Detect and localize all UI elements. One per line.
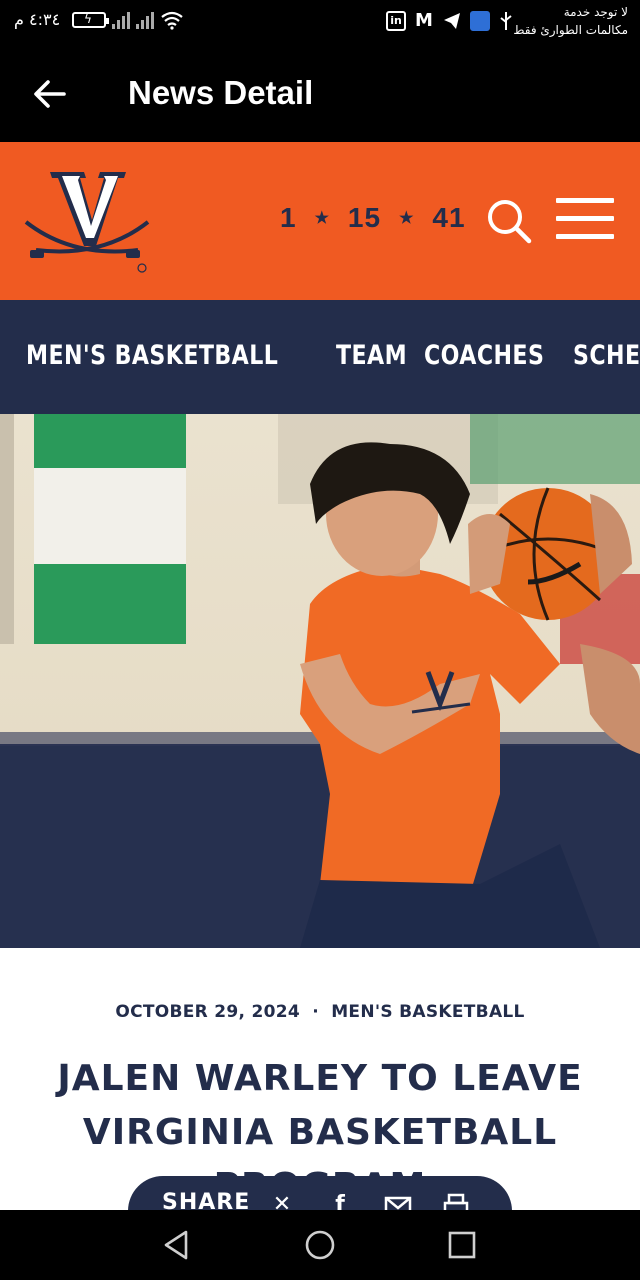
- status-icons-right: in M: [386, 10, 514, 32]
- title-count-1: 1: [280, 202, 297, 233]
- nav-item-coaches[interactable]: COACHES: [424, 340, 544, 371]
- system-nav-bar: [0, 1210, 640, 1280]
- back-triangle-icon[interactable]: [160, 1228, 194, 1262]
- article-category[interactable]: MEN'S BASKETBALL: [331, 1002, 524, 1022]
- article-meta: OCTOBER 29, 2024 · MEN'S BASKETBALL: [0, 1002, 640, 1022]
- star-separator: ★: [314, 210, 330, 227]
- status-icons-left: ϟ: [72, 10, 184, 30]
- signal-icon: [136, 11, 154, 29]
- nav-item-team[interactable]: TEAM: [336, 340, 407, 371]
- carrier-text: لا توجد خدمة مكالمات الطوارئ فقط: [513, 3, 628, 39]
- nav-item-schedule[interactable]: SCHEDULE: [573, 340, 640, 371]
- app-bar: News Detail: [0, 44, 640, 142]
- status-time: ٤:٣٤ م: [14, 10, 61, 29]
- email-icon[interactable]: [384, 1192, 412, 1210]
- usb-icon: [500, 12, 512, 30]
- title-count-2: 15: [347, 202, 382, 233]
- shield-icon: [470, 11, 490, 31]
- hamburger-menu-icon[interactable]: [556, 198, 614, 242]
- signal-icon: [112, 11, 130, 29]
- telegram-icon: [444, 13, 460, 29]
- print-icon[interactable]: [442, 1192, 470, 1210]
- page-title: News Detail: [128, 74, 314, 111]
- hero-image: [0, 414, 640, 948]
- star-separator: ★: [399, 210, 415, 227]
- carrier-line1: لا توجد خدمة: [563, 5, 628, 19]
- home-circle-icon[interactable]: [303, 1228, 337, 1262]
- title-count-3: 41: [432, 202, 466, 233]
- battery-icon: ϟ: [72, 12, 109, 28]
- wifi-icon: [161, 11, 183, 30]
- article-date: OCTOBER 29, 2024: [115, 1002, 301, 1022]
- championship-titles: 1 ★ 15 ★ 41: [280, 202, 466, 234]
- virginia-v-sabres-logo[interactable]: [22, 166, 152, 274]
- gmail-icon: M: [415, 10, 433, 31]
- recents-square-icon[interactable]: [445, 1228, 479, 1262]
- article-content: OCTOBER 29, 2024 · MEN'S BASKETBALL JALE…: [0, 948, 640, 1210]
- arrow-left-icon[interactable]: [28, 72, 72, 116]
- meta-separator: ·: [312, 1002, 319, 1022]
- carrier-line2: مكالمات الطوارئ فقط: [513, 23, 628, 37]
- facebook-icon[interactable]: f: [326, 1192, 354, 1210]
- status-bar: ٤:٣٤ م ϟ in M لا توجد خدمة مكالمات الطوا…: [0, 0, 640, 44]
- section-nav: MEN'S BASKETBALL TEAM COACHES SCHEDULE: [0, 300, 640, 414]
- x-icon[interactable]: ✕: [268, 1192, 296, 1210]
- share-label: SHARE: [162, 1190, 251, 1210]
- basketball-player-photo: [0, 414, 640, 948]
- nav-item-mens-basketball[interactable]: MEN'S BASKETBALL: [26, 340, 278, 371]
- search-icon[interactable]: [484, 196, 534, 246]
- share-bar: SHARE ✕ f: [128, 1176, 512, 1210]
- brand-header: 1 ★ 15 ★ 41: [0, 142, 640, 300]
- linkedin-icon: in: [386, 11, 406, 31]
